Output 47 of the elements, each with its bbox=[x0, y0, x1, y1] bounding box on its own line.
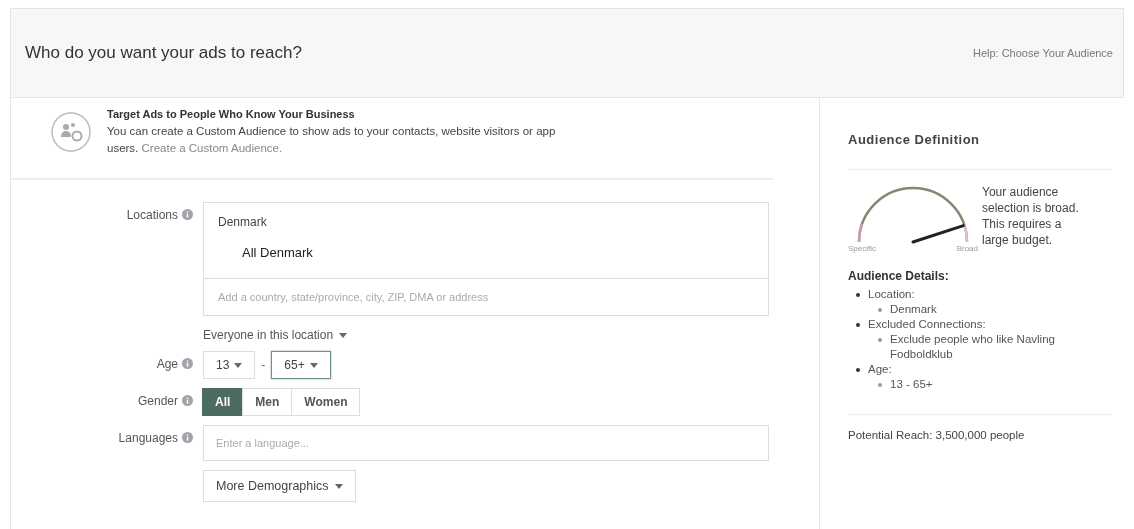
info-icon[interactable] bbox=[182, 209, 193, 220]
caret-icon bbox=[234, 362, 243, 368]
gender-option[interactable]: Women bbox=[291, 388, 361, 416]
bullet-icon bbox=[878, 383, 882, 387]
create-audience-link[interactable]: Create a Custom Audience. bbox=[141, 142, 283, 154]
age-dropdown[interactable]: 65+ bbox=[271, 351, 331, 379]
detail-value: Exclude people who like Navling Fodboldklub bbox=[890, 332, 1056, 362]
field-label: Gender bbox=[137, 394, 178, 408]
caret-icon bbox=[309, 362, 318, 368]
detail-value: 13 - 65+ bbox=[890, 377, 934, 392]
bullet-icon bbox=[856, 323, 860, 327]
bullet-icon bbox=[856, 368, 860, 372]
field-label: Locations bbox=[126, 208, 178, 222]
bullet-icon bbox=[856, 293, 860, 297]
bullet-icon bbox=[878, 308, 882, 312]
info-icon[interactable] bbox=[182, 432, 193, 443]
section-title: Target Ads to People Who Know Your Business bbox=[107, 108, 356, 120]
description-text: You can create a Custom Audience to show ads to your contacts, website visitors or app users. Create a Custom Audience. bbox=[107, 124, 557, 156]
panel-title: Audience Definition bbox=[848, 132, 981, 147]
range-separator: - bbox=[261, 358, 266, 372]
caret-icon bbox=[339, 332, 348, 338]
detail-value: Denmark bbox=[890, 302, 938, 317]
detail-label: Location: bbox=[868, 287, 916, 302]
details-title: Audience Details: bbox=[848, 269, 950, 283]
detail-label: Excluded Connections: bbox=[868, 317, 987, 332]
age-dropdown[interactable]: 13 bbox=[203, 351, 256, 379]
potential-reach: Potential Reach: 3,500,000 people bbox=[848, 429, 1026, 441]
more-demographics-dropdown[interactable]: More Demographics bbox=[203, 470, 356, 502]
info-icon[interactable] bbox=[182, 395, 193, 406]
gauge-min-label: Specific bbox=[848, 244, 876, 253]
location-country: Denmark bbox=[217, 214, 268, 229]
location-input[interactable]: Add a country, state/province, city, ZIP, DMA or address bbox=[203, 279, 769, 316]
info-icon[interactable] bbox=[182, 358, 193, 369]
detail-label: Age: bbox=[868, 362, 893, 377]
location-scope-dropdown[interactable]: Everyone in this location bbox=[203, 328, 348, 342]
language-input[interactable]: Enter a language... bbox=[203, 425, 769, 461]
page-title: Who do you want your ads to reach? bbox=[25, 43, 302, 63]
gender-option[interactable]: Men bbox=[242, 388, 293, 416]
help-link[interactable]: Help: Choose Your Audience bbox=[972, 47, 1113, 59]
gender-option[interactable]: All bbox=[202, 388, 244, 416]
caret-icon bbox=[334, 483, 343, 489]
gauge-max-label: Broad bbox=[956, 244, 978, 253]
bullet-icon bbox=[878, 338, 882, 342]
field-label: Age bbox=[156, 357, 178, 371]
breadth-message: Your audience selection is broad. This requires a large budget. bbox=[982, 184, 1080, 249]
people-icon bbox=[51, 112, 91, 152]
field-label: Languages bbox=[118, 431, 178, 445]
